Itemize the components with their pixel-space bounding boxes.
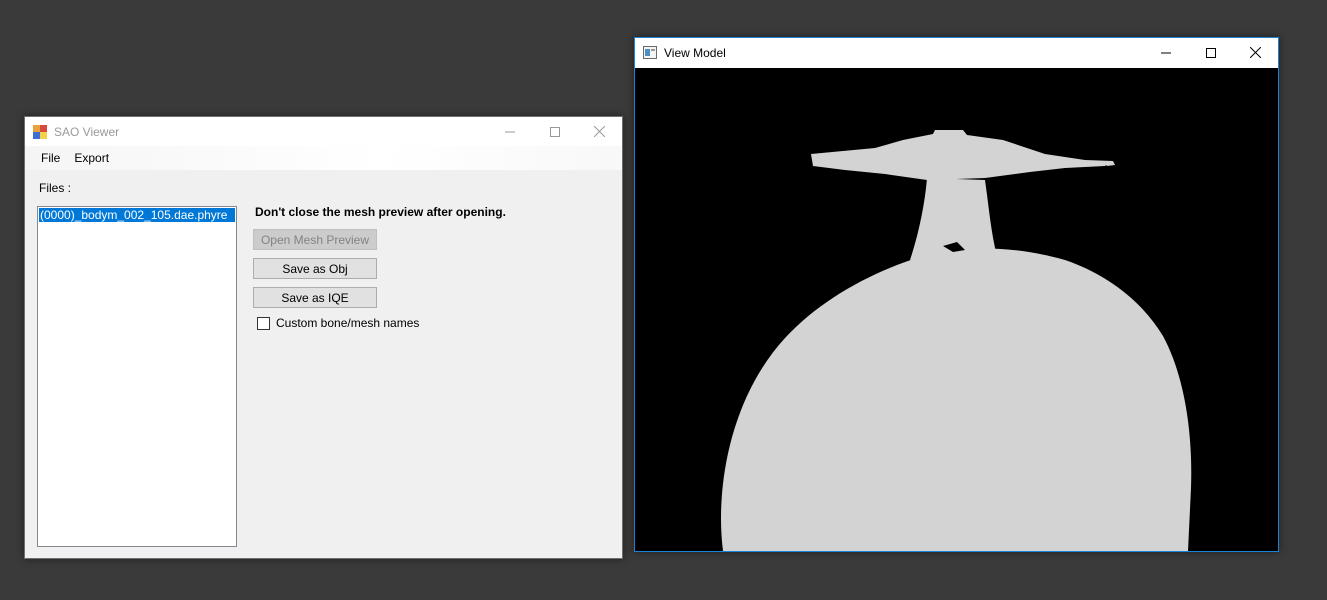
open-mesh-preview-button[interactable]: Open Mesh Preview [253,229,377,250]
maximize-button[interactable] [532,117,577,146]
menu-export[interactable]: Export [67,149,116,167]
save-as-iqe-button[interactable]: Save as IQE [253,287,377,308]
list-item[interactable]: (0000)_bodym_002_105.dae.phyre [39,208,235,222]
menu-bar: File Export [25,146,622,170]
sao-viewer-window: SAO Viewer File Export Files : (0000)_bo… [24,116,623,559]
custom-names-option[interactable]: Custom bone/mesh names [257,316,419,330]
files-label: Files : [39,181,72,195]
file-listbox[interactable]: (0000)_bodym_002_105.dae.phyre [37,206,237,547]
mesh-viewport[interactable] [635,68,1278,551]
sao-viewer-titlebar[interactable]: SAO Viewer [25,117,622,146]
menu-file[interactable]: File [34,149,67,167]
window-title: View Model [664,46,726,60]
save-as-obj-button[interactable]: Save as Obj [253,258,377,279]
close-button[interactable] [1233,38,1278,67]
close-button[interactable] [577,117,622,146]
warning-text: Don't close the mesh preview after openi… [255,205,506,219]
close-icon [594,126,605,137]
minimize-button[interactable] [487,117,532,146]
maximize-icon [1205,47,1216,58]
maximize-icon [549,126,560,137]
view-model-window: View Model [634,37,1279,552]
app-icon [33,124,47,139]
custom-names-checkbox[interactable] [257,316,270,330]
maximize-button[interactable] [1188,38,1233,67]
mesh-preview [721,130,1192,551]
window-title: SAO Viewer [54,124,120,139]
minimize-button[interactable] [1143,38,1188,67]
window-icon [643,46,657,60]
view-model-titlebar[interactable]: View Model [635,38,1278,68]
close-icon [1250,47,1261,58]
custom-names-label: Custom bone/mesh names [276,316,420,330]
minimize-icon [1160,52,1171,53]
minimize-icon [504,131,515,132]
